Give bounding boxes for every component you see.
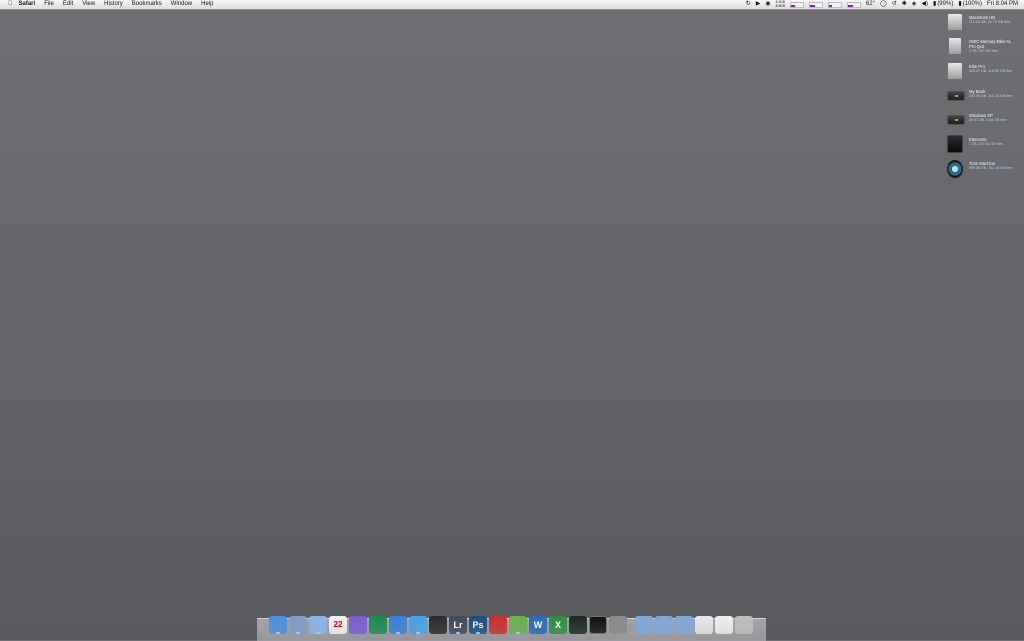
camera-icon[interactable]	[429, 616, 447, 634]
disk-meter[interactable]	[827, 2, 842, 8]
battery-icon-1[interactable]: ▮	[933, 0, 936, 9]
terminal-icon[interactable]	[589, 616, 607, 634]
menu-bar-left:  Safari File Edit View History Bookmark…	[8, 0, 222, 9]
running-indicator	[456, 632, 460, 634]
running-indicator	[476, 632, 480, 634]
apple-menu-icon[interactable]: 	[8, 0, 13, 9]
excel-icon[interactable]: X	[549, 616, 567, 634]
applications-folder-icon[interactable]	[635, 616, 653, 634]
menu-edit[interactable]: Edit	[63, 0, 73, 9]
volume-info: 115.18 GB, 12.74 GB free	[969, 20, 1011, 24]
battery-icon-2[interactable]: ▮	[958, 0, 961, 9]
app-store-icon[interactable]	[409, 616, 427, 634]
evernote-icon[interactable]	[509, 616, 527, 634]
word-icon[interactable]: W	[529, 616, 547, 634]
black-drive-icon	[947, 135, 963, 153]
network-stats[interactable]: 5.1KB 8.9KB	[775, 0, 785, 8]
time-machine-status-icon[interactable]: ↺	[892, 0, 897, 9]
play-icon[interactable]: ▶	[756, 0, 761, 9]
wifi-icon[interactable]: ◈	[912, 0, 917, 9]
running-indicator	[296, 632, 300, 634]
external-drive-icon	[948, 37, 962, 55]
photoshop-icon[interactable]: Ps	[469, 616, 487, 634]
firewire-drive-icon	[947, 115, 965, 125]
volume-time-machine[interactable]: Time Machine 999.86 GB, 761.18 GB free	[944, 158, 1024, 180]
cpu-meter[interactable]	[789, 2, 804, 8]
battery-percent-1[interactable]: (99%)	[937, 0, 953, 9]
internal-drive-icon	[947, 62, 963, 80]
activity-monitor-icon[interactable]	[569, 616, 587, 634]
red-app-icon[interactable]	[489, 616, 507, 634]
menu-view[interactable]: View	[82, 0, 95, 9]
play-icon[interactable]	[369, 616, 387, 634]
volume-info: 1 TB, 327.51 GB free	[969, 142, 1003, 146]
image-stack-icon[interactable]	[715, 616, 733, 634]
finder-icon[interactable]	[269, 616, 287, 634]
volume-elite-pro[interactable]: Elite Pro 300.07 GB, 116.55 GB free	[944, 61, 1024, 83]
menu-file[interactable]: File	[44, 0, 54, 9]
bluetooth-icon[interactable]: ✱	[902, 0, 907, 9]
volume-my-book[interactable]: My Book 250.06 GB, 110.18 GB free	[944, 86, 1024, 108]
menu-history[interactable]: History	[104, 0, 123, 9]
app-menu[interactable]: Safari	[19, 0, 36, 9]
menu-help[interactable]: Help	[201, 0, 213, 9]
volume-windows-xp[interactable]: Windows XP 40.01 GB, 6.84 GB free	[944, 110, 1024, 132]
volume-icon[interactable]: ◀)	[921, 0, 928, 9]
record-icon[interactable]: ◉	[765, 0, 770, 9]
running-indicator	[276, 632, 280, 634]
ical-icon[interactable]: 22	[329, 616, 347, 634]
dock-icon-label: Ps	[472, 620, 484, 630]
mail-icon[interactable]	[289, 616, 307, 634]
menu-extras: ↻ ▶ ◉ 5.1KB 8.9KB 62° ◯ ↺ ✱ ◈ ◀) ▮ (99%)…	[741, 0, 1018, 9]
documents-folder-icon[interactable]	[655, 616, 673, 634]
dock-icon-label: W	[533, 620, 543, 630]
volume-info: 999.86 GB, 761.18 GB free	[969, 166, 1013, 170]
battery-percent-2[interactable]: (100%)	[963, 0, 982, 9]
memory-meter[interactable]	[808, 2, 823, 8]
itunes-icon[interactable]	[389, 616, 407, 634]
dock-icon-label: 22	[333, 620, 343, 629]
pinwheel-icon[interactable]	[349, 616, 367, 634]
dock-icon-label: Lr	[453, 620, 463, 630]
volume-info: 1 TB, 220 GB free	[969, 49, 998, 53]
time-machine-icon	[947, 160, 963, 178]
volume-info: 300.07 GB, 116.55 GB free	[969, 69, 1013, 73]
dock-icon-label: X	[554, 620, 561, 630]
document-stack-icon[interactable]	[695, 616, 713, 634]
dock: 22 Lr Ps W X	[257, 616, 766, 641]
running-indicator	[516, 632, 520, 634]
running-indicator	[316, 632, 320, 634]
net-down: 8.9KB	[775, 3, 785, 8]
system-preferences-icon[interactable]	[609, 616, 627, 634]
menu-bar:  Safari File Edit View History Bookmark…	[0, 0, 1024, 10]
network-meter[interactable]	[846, 2, 861, 8]
downloads-folder-icon[interactable]	[675, 616, 693, 634]
lightroom-icon[interactable]: Lr	[449, 616, 467, 634]
trash-icon[interactable]	[735, 616, 753, 634]
running-indicator	[416, 632, 420, 634]
running-indicator	[396, 632, 400, 634]
menu-clock[interactable]: Fri 8:04 PM	[987, 0, 1018, 9]
firewire-drive-icon	[947, 91, 965, 101]
volume-elements[interactable]: Elements 1 TB, 327.51 GB free	[944, 134, 1024, 156]
volume-info: 40.01 GB, 6.84 GB free	[969, 118, 1007, 122]
volume-info: 250.06 GB, 110.18 GB free	[969, 94, 1013, 98]
menu-bookmarks[interactable]: Bookmarks	[132, 0, 162, 9]
safari-icon[interactable]	[309, 616, 327, 634]
volume-owc-mercury[interactable]: OWC Mercury Elite-AL Pro Qx2 1 TB, 220 G…	[944, 36, 1024, 58]
volume-macintosh-hd[interactable]: Macintosh HD 115.18 GB, 12.74 GB free	[944, 12, 1024, 34]
temperature-readout[interactable]: 62°	[866, 0, 875, 9]
internal-drive-icon	[947, 13, 963, 31]
menu-window[interactable]: Window	[171, 0, 192, 9]
sync-icon[interactable]: ↻	[746, 0, 751, 9]
sync-status-icon[interactable]: ◯	[880, 0, 887, 9]
